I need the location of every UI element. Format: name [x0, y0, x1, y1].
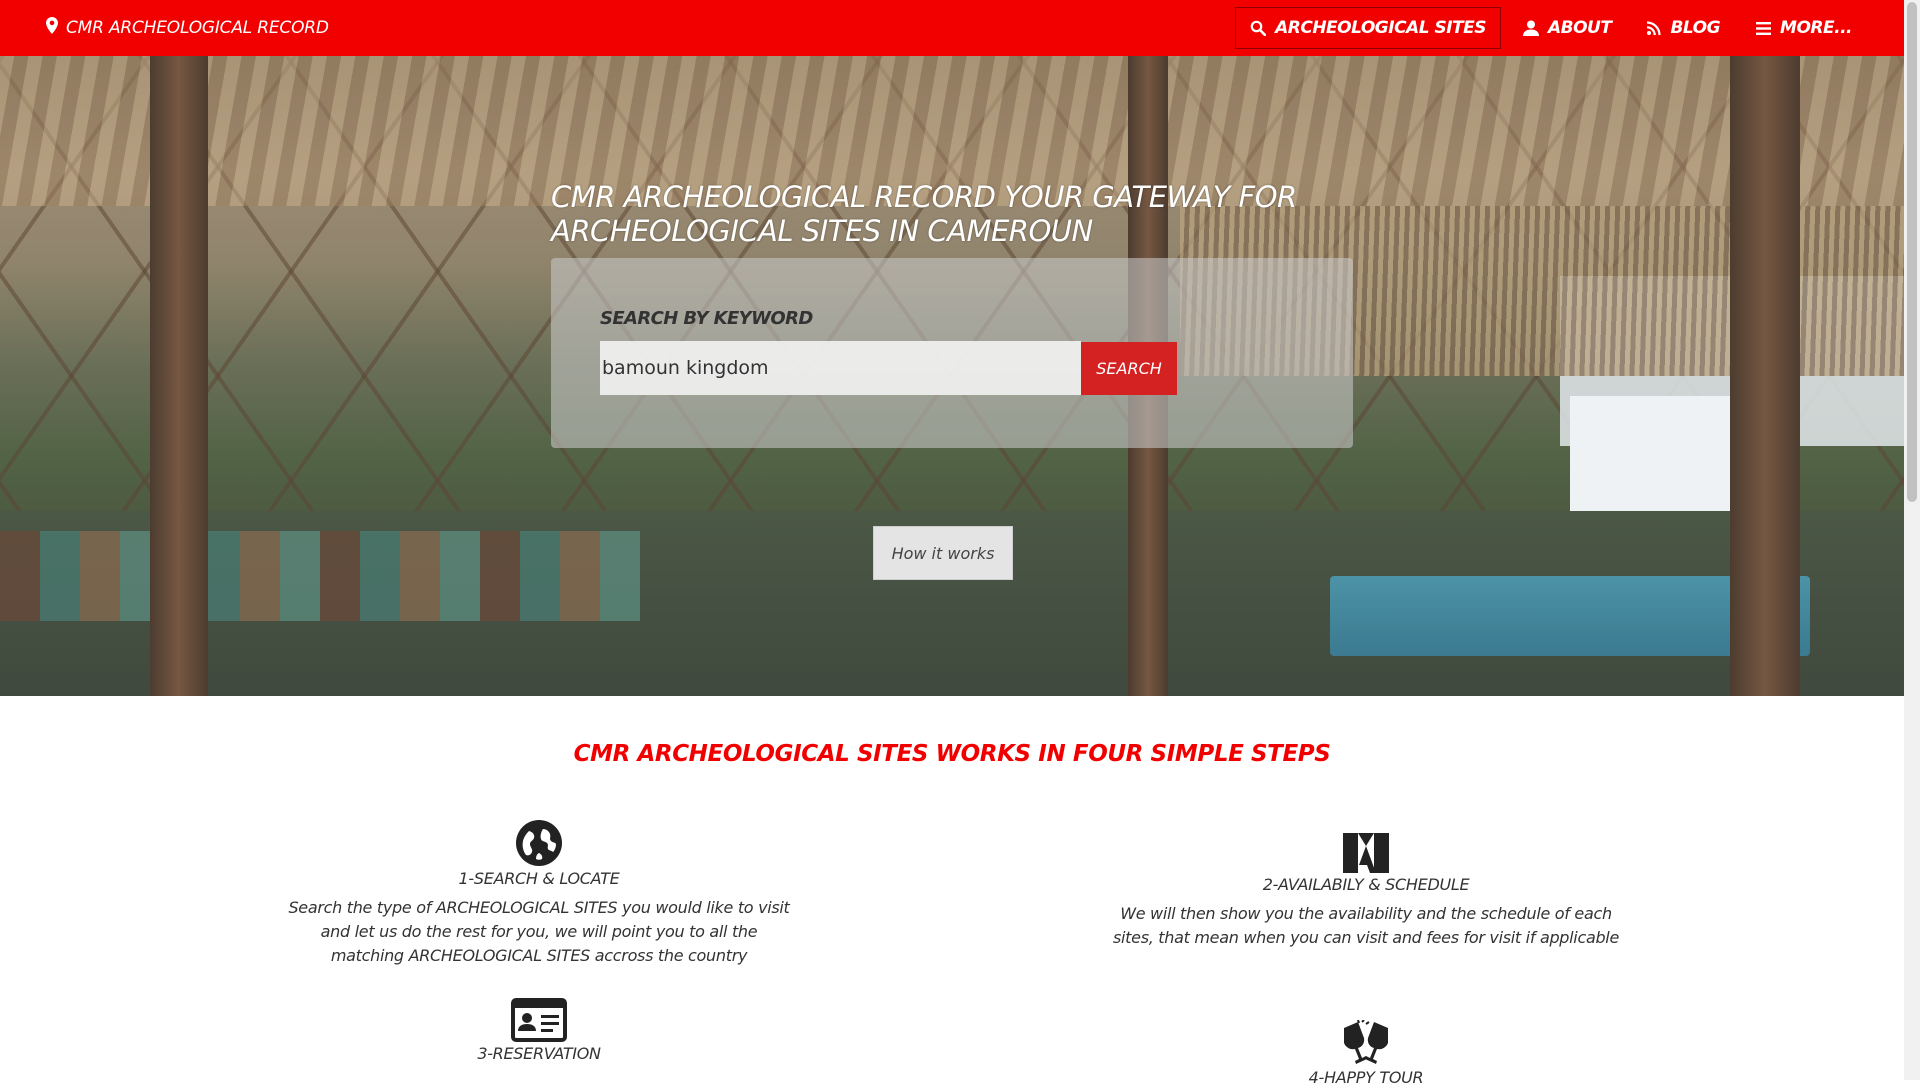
top-navbar: CMR ARCHEOLOGICAL RECORD ARCHEOLOGICAL S…	[0, 0, 1904, 56]
nav-item-label: ARCHEOLOGICAL SITES	[1275, 18, 1486, 38]
nav-item-archeological-sites[interactable]: ARCHEOLOGICAL SITES	[1235, 7, 1501, 49]
step-title: 4-HAPPY TOUR	[1308, 1068, 1424, 1087]
nav-item-label: MORE...	[1780, 18, 1852, 38]
scrollbar-thumb[interactable]	[1907, 2, 1917, 502]
step-availability-schedule: 2-AVAILABILY & SCHEDULE We will then sho…	[1110, 833, 1622, 950]
hero-title: CMR ARCHEOLOGICAL RECORD YOUR GATEWAY FO…	[551, 180, 1297, 248]
nav-item-about[interactable]: ABOUT	[1509, 7, 1625, 49]
nav-links: ARCHEOLOGICAL SITES ABOUT BLOG MORE...	[1227, 0, 1866, 56]
step-reservation: 3-RESERVATION	[283, 998, 795, 1063]
page-scrollbar[interactable]	[1904, 0, 1920, 1080]
step-title: 1-SEARCH & LOCATE	[458, 869, 620, 888]
step-title: 2-AVAILABILY & SCHEDULE	[1262, 875, 1470, 894]
search-icon	[1250, 20, 1267, 36]
adobe-icon	[1110, 833, 1622, 873]
id-card-icon	[283, 998, 795, 1042]
step-description: We will then show you the availability a…	[1113, 904, 1619, 947]
step-happy-tour: 4-HAPPY TOUR	[1110, 1020, 1622, 1087]
map-marker-icon	[46, 17, 58, 39]
search-label: SEARCH BY KEYWORD	[600, 308, 813, 329]
step-search-locate: 1-SEARCH & LOCATE Search the type of ARC…	[283, 819, 795, 968]
brand-link[interactable]: CMR ARCHEOLOGICAL RECORD	[46, 0, 329, 56]
how-it-works-button[interactable]: How it works	[873, 526, 1013, 580]
search-panel: SEARCH BY KEYWORD SEARCH	[551, 258, 1353, 448]
glasses-cheers-icon	[1110, 1020, 1622, 1066]
steps-title: CMR ARCHEOLOGICAL SITES WORKS IN FOUR SI…	[573, 741, 1331, 767]
step-description: Search the type of ARCHEOLOGICAL SITES y…	[288, 898, 790, 965]
nav-item-label: ABOUT	[1547, 18, 1612, 38]
search-button[interactable]: SEARCH	[1081, 342, 1177, 395]
rss-icon	[1647, 21, 1662, 35]
brand-label: CMR ARCHEOLOGICAL RECORD	[66, 18, 329, 38]
step-title: 3-RESERVATION	[477, 1044, 601, 1063]
user-icon	[1522, 20, 1539, 36]
nav-item-more[interactable]: MORE...	[1742, 7, 1866, 49]
menu-icon	[1756, 21, 1772, 35]
hero-section: CMR ARCHEOLOGICAL RECORD YOUR GATEWAY FO…	[0, 56, 1904, 696]
nav-item-blog[interactable]: BLOG	[1633, 7, 1734, 49]
search-input[interactable]	[600, 341, 1081, 395]
globe-icon	[283, 819, 795, 867]
nav-item-label: BLOG	[1670, 18, 1721, 38]
